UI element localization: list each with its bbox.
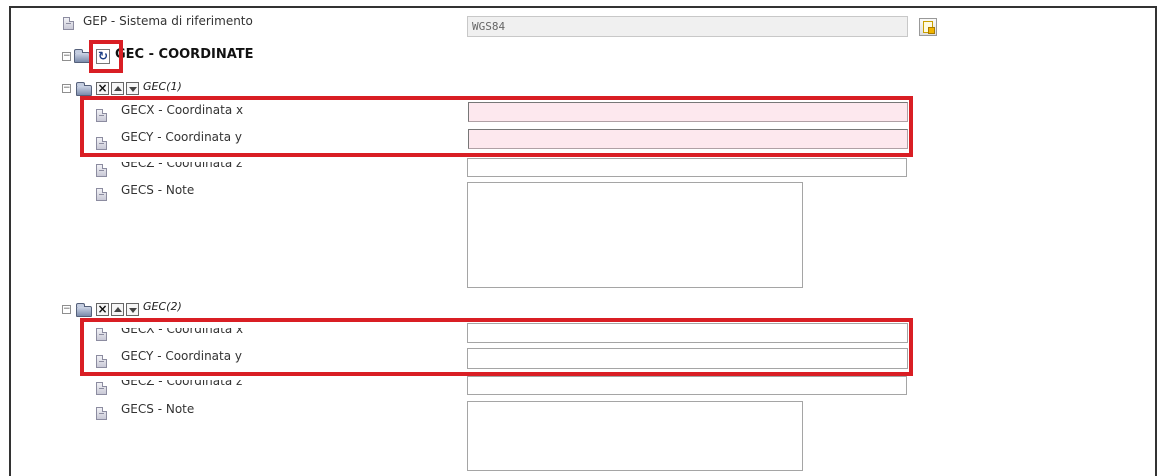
gecz-label: GECZ - Coordinata z (121, 380, 243, 388)
move-down-icon[interactable] (126, 303, 139, 316)
gecs-field[interactable] (467, 182, 803, 288)
gecy-field[interactable] (467, 348, 908, 369)
document-icon (63, 17, 74, 30)
collapse-icon[interactable]: − (62, 52, 71, 61)
collapse-icon[interactable]: − (62, 305, 71, 314)
move-up-icon[interactable] (111, 303, 124, 316)
instance-title: GEC(1) (143, 80, 182, 93)
gecy-label: GECY - Coordinata y (121, 349, 243, 363)
lookup-icon[interactable] (919, 18, 937, 36)
gecs-label: GECS - Note (121, 402, 195, 416)
document-icon (96, 188, 107, 201)
gecz-field[interactable] (467, 376, 907, 395)
document-icon (96, 137, 107, 150)
document-icon (96, 328, 107, 341)
document-icon (96, 407, 107, 420)
delete-icon[interactable]: × (96, 82, 109, 95)
section-title: GEC - COORDINATE (115, 47, 254, 62)
gep-field[interactable] (467, 16, 908, 37)
refresh-icon[interactable]: ↻ (96, 49, 110, 64)
document-icon (96, 164, 107, 177)
gecx-label: GECX - Coordinata x (121, 103, 244, 117)
gecz-label: GECZ - Coordinata z (121, 162, 243, 170)
gecs-label: GECS - Note (121, 183, 195, 197)
gecx-label: GECX - Coordinata x (121, 328, 244, 336)
gecx-field[interactable] (468, 102, 908, 122)
document-icon (96, 382, 107, 395)
gecx-field[interactable] (467, 323, 908, 343)
move-up-icon[interactable] (111, 82, 124, 95)
folder-open-icon (74, 49, 90, 63)
folder-open-icon (76, 303, 92, 317)
gecy-field[interactable] (468, 129, 908, 149)
delete-icon[interactable]: × (96, 303, 109, 316)
instance-title: GEC(2) (143, 300, 182, 313)
document-icon (96, 109, 107, 122)
gep-label: GEP - Sistema di riferimento (83, 14, 253, 28)
gecs-field[interactable] (467, 401, 803, 471)
gecz-field[interactable] (467, 158, 907, 177)
gecy-label: GECY - Coordinata y (121, 130, 243, 144)
collapse-icon[interactable]: − (62, 84, 71, 93)
folder-open-icon (76, 82, 92, 96)
document-icon (96, 355, 107, 368)
move-down-icon[interactable] (126, 82, 139, 95)
